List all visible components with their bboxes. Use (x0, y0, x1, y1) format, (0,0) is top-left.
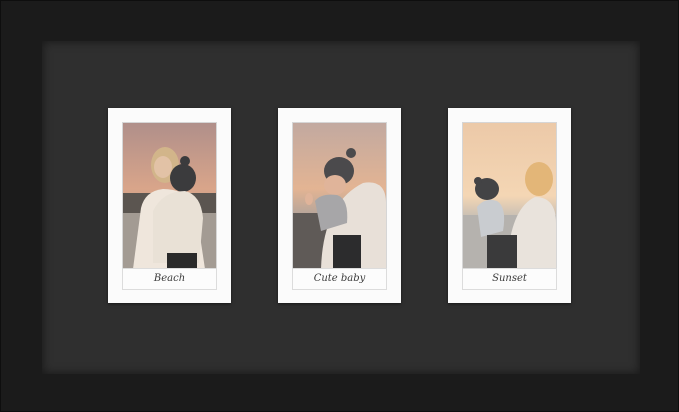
photo-sunset (463, 123, 556, 269)
caption-cute-baby: Cute baby (313, 273, 366, 284)
photo-card-beach: Beach (108, 108, 231, 303)
sunset-photo-image (463, 123, 556, 269)
beach-photo-image (123, 123, 216, 269)
photo-card-sunset: Sunset (448, 108, 571, 303)
photo-beach (123, 123, 216, 269)
picture-frame: Beach Cute baby Sunset (0, 0, 679, 412)
photo-cute-baby (293, 123, 386, 269)
cute-baby-photo-image (293, 123, 386, 269)
photo-card-cute-baby: Cute baby (278, 108, 401, 303)
caption-sunset: Sunset (492, 273, 527, 284)
caption-beach: Beach (153, 273, 186, 284)
